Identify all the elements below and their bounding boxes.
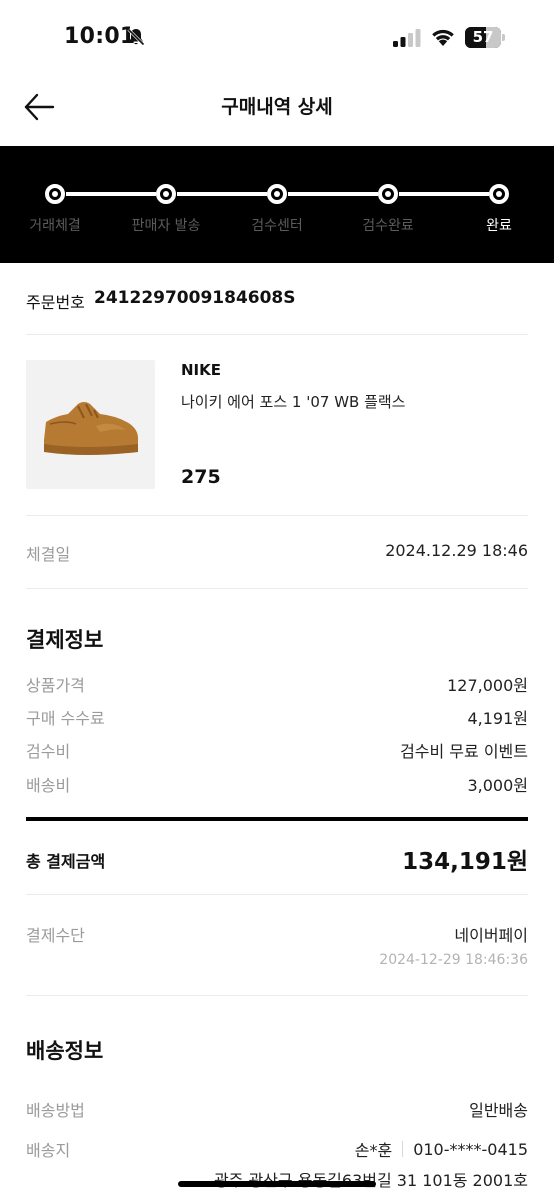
product-size: 275 [181, 466, 221, 488]
battery-percent: 57 [472, 28, 494, 46]
progress-dot-3 [267, 184, 287, 204]
progress-dot-5 [489, 184, 509, 204]
product-brand: NIKE [181, 361, 222, 379]
progress-step-label: 판매자 발송 [131, 218, 201, 234]
product-image[interactable] [26, 360, 155, 489]
status-time: 10:01 [64, 24, 136, 49]
divider [26, 995, 528, 996]
payment-row-value: 127,000원 [447, 676, 528, 695]
total-label: 총 결제금액 [26, 852, 106, 871]
payment-row-label: 상품가격 [26, 676, 85, 695]
progress-step-label: 검수완료 [362, 218, 414, 234]
product-name[interactable]: 나이키 에어 포스 1 '07 WB 플랙스 [181, 391, 406, 412]
total-amount: 134,191원 [402, 849, 528, 875]
payment-method-label: 결제수단 [26, 926, 85, 945]
payment-row-label: 배송비 [26, 776, 71, 795]
recipient-info: 손*훈 010-****-0415 [355, 1137, 528, 1161]
status-bar: 10:01 57 [0, 0, 554, 70]
progress-dot-1 [45, 184, 65, 204]
progress-step-label: 검수센터 [251, 218, 303, 234]
payment-row-value: 4,191원 [467, 709, 528, 728]
progress-dot-2 [156, 184, 176, 204]
shipping-method-label: 배송방법 [26, 1101, 85, 1120]
payment-method-value: 네이버페이 [454, 926, 528, 945]
payment-row-label: 구매 수수료 [26, 709, 105, 728]
shipping-method-value: 일반배송 [469, 1101, 528, 1120]
shipping-section-title: 배송정보 [26, 1039, 104, 1063]
home-indicator[interactable] [178, 1181, 376, 1187]
contract-date-label: 체결일 [26, 545, 71, 564]
payment-row-label: 검수비 [26, 742, 71, 761]
order-progress-tracker: 거래체결 판매자 발송 검수센터 검수완료 완료 [0, 146, 554, 263]
order-number-label: 주문번호 [26, 293, 85, 312]
order-number: 2412297009184608S [94, 288, 296, 308]
divider [26, 588, 528, 589]
sneaker-icon [44, 402, 138, 455]
progress-step-label-current: 완료 [486, 218, 512, 234]
progress-dot-4 [378, 184, 398, 204]
progress-step-label: 거래체결 [29, 218, 81, 234]
payment-row-value: 3,000원 [467, 776, 528, 795]
recipient-phone: 010-****-0415 [413, 1139, 528, 1159]
divider [26, 515, 528, 516]
total-divider [26, 817, 528, 821]
contract-date-value: 2024.12.29 18:46 [385, 541, 528, 560]
signal-icon [393, 29, 421, 47]
payment-date: 2024-12-29 18:46:36 [379, 952, 528, 968]
app-header: 구매내역 상세 [0, 70, 554, 146]
payment-section-title: 결제정보 [26, 628, 104, 652]
bell-muted-icon [127, 28, 145, 46]
divider [26, 334, 528, 335]
payment-row-value: 검수비 무료 이벤트 [400, 742, 528, 761]
shipping-address: 광주 광산구 용동길63번길 31 101동 2001호 [214, 1171, 528, 1190]
separator [402, 1141, 404, 1157]
shipping-address-label: 배송지 [26, 1141, 71, 1160]
wifi-icon [432, 29, 454, 46]
page-title: 구매내역 상세 [221, 96, 333, 118]
divider [26, 894, 528, 895]
battery-indicator: 57 [465, 27, 505, 48]
recipient-name: 손*훈 [354, 1141, 393, 1160]
